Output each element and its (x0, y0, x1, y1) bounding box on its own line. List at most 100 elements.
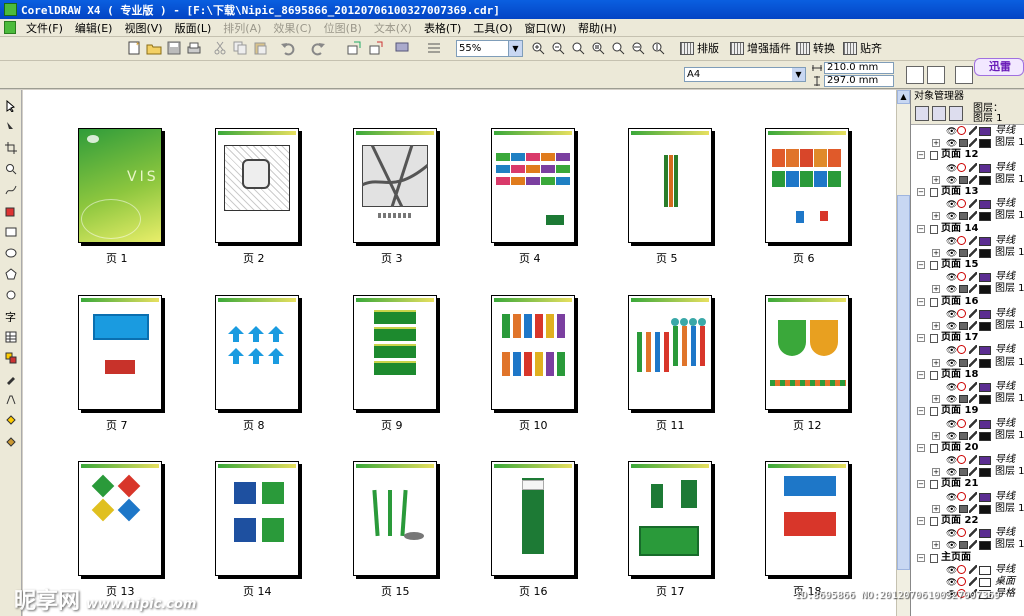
menu-item-10[interactable]: 窗口(W) (525, 20, 566, 36)
eye-icon[interactable]: 👁 (946, 358, 957, 370)
printer-icon[interactable] (959, 431, 968, 440)
layer-row[interactable]: + 👁 图层 1 (911, 137, 1024, 149)
pencil-icon[interactable] (969, 272, 977, 282)
printer-icon[interactable] (959, 175, 968, 184)
menu-item-2[interactable]: 视图(V) (124, 20, 162, 36)
page-node-17[interactable]: − 页面 17 (911, 332, 1024, 344)
page-thumbnail-1[interactable]: VIS (78, 128, 162, 243)
print-disabled-icon[interactable] (957, 564, 966, 574)
page-width-field[interactable]: 210.0 mm (824, 62, 894, 74)
plugin-snap-button[interactable]: 贴齐 (843, 40, 882, 56)
eye-icon[interactable]: 👁 (946, 565, 957, 577)
chevron-down-icon[interactable]: ▼ (792, 68, 805, 81)
rectangle-tool-icon[interactable] (5, 226, 17, 238)
pencil-icon[interactable] (969, 345, 977, 355)
collapse-icon[interactable]: − (917, 224, 925, 233)
page-node-21[interactable]: − 页面 21 (911, 478, 1024, 490)
pencil-icon[interactable] (969, 211, 977, 221)
pencil-icon[interactable] (969, 528, 977, 538)
print-disabled-icon[interactable] (957, 381, 966, 391)
printer-icon[interactable] (959, 468, 968, 477)
page-thumbnail-7[interactable] (78, 295, 162, 410)
pencil-icon[interactable] (969, 394, 977, 404)
expand-icon[interactable]: + (932, 175, 940, 184)
eye-icon[interactable]: 👁 (946, 284, 957, 296)
print-disabled-icon[interactable] (957, 235, 966, 245)
pencil-icon[interactable] (969, 503, 977, 513)
page-node-20[interactable]: − 页面 20 (911, 442, 1024, 454)
pencil-icon[interactable] (969, 308, 977, 318)
redo-icon[interactable] (310, 40, 326, 56)
layer-row-guides[interactable]: 👁 导线 (911, 162, 1024, 174)
expand-icon[interactable]: + (932, 395, 940, 404)
collapse-icon[interactable]: − (917, 480, 925, 489)
edit-across-layers-icon[interactable] (932, 106, 946, 121)
zoom-out-icon[interactable] (550, 40, 566, 56)
pencil-icon[interactable] (969, 418, 977, 428)
printer-icon[interactable] (959, 358, 968, 367)
text-tool-icon[interactable]: 字 (5, 310, 17, 322)
print-disabled-icon[interactable] (957, 418, 966, 428)
layer-row[interactable]: + 👁 图层 1 (911, 393, 1024, 405)
pencil-icon[interactable] (969, 138, 977, 148)
layer-row[interactable]: + 👁 图层 1 (911, 430, 1024, 442)
xunlei-banner[interactable]: 迅雷 (974, 58, 1024, 76)
pencil-icon[interactable] (969, 357, 977, 367)
collapse-icon[interactable]: − (917, 517, 925, 525)
print-disabled-icon[interactable] (957, 491, 966, 501)
printer-icon[interactable] (959, 285, 968, 294)
page-thumbnail-2[interactable] (215, 128, 299, 243)
plugin-convert-button[interactable]: 转换 (796, 40, 835, 56)
interactive-fill-tool-icon[interactable] (5, 436, 17, 448)
layer-row-guides[interactable]: 👁 导线 (911, 198, 1024, 210)
zoom-tool-icon[interactable] (5, 163, 17, 175)
layer-row-guides[interactable]: 👁 导线 (911, 454, 1024, 466)
page-node-22[interactable]: − 页面 22 (911, 515, 1024, 527)
collapse-icon[interactable]: − (917, 261, 925, 270)
expand-icon[interactable]: + (932, 139, 940, 148)
page-thumbnail-5[interactable] (628, 128, 712, 243)
new-document-icon[interactable]: * (126, 40, 142, 56)
eyedropper-tool-icon[interactable] (5, 373, 17, 385)
export-icon[interactable] (368, 40, 384, 56)
eye-icon[interactable]: 👁 (946, 175, 957, 187)
eye-icon[interactable]: 👁 (946, 419, 957, 431)
pencil-icon[interactable] (969, 162, 977, 172)
expand-icon[interactable]: + (932, 248, 940, 257)
layer-row[interactable]: + 👁 图层 1 (911, 320, 1024, 332)
printer-icon[interactable] (959, 139, 968, 148)
landscape-button[interactable] (927, 66, 945, 84)
drawing-canvas[interactable]: VIS 页 1 页 2 页 3 页 4 页 5 页 6 页 7 页 8 页 9 页 10 页 11 页 … (23, 90, 896, 616)
layer-row[interactable]: + 👁 图层 1 (911, 357, 1024, 369)
eye-icon[interactable]: 👁 (946, 577, 957, 589)
page-height-field[interactable]: 297.0 mm (824, 75, 894, 87)
print-disabled-icon[interactable] (957, 199, 966, 209)
expand-icon[interactable]: + (932, 285, 940, 294)
expand-icon[interactable]: + (932, 468, 940, 477)
collapse-icon[interactable]: − (917, 370, 925, 379)
layer-row-guides[interactable]: 👁 导线 (911, 235, 1024, 247)
menu-item-8[interactable]: 表格(T) (424, 20, 461, 36)
zoom-all-icon[interactable] (590, 40, 606, 56)
zoom-height-icon[interactable] (650, 40, 666, 56)
page-node-16[interactable]: − 页面 16 (911, 296, 1024, 308)
eye-icon[interactable]: 👁 (946, 309, 957, 321)
pencil-icon[interactable] (969, 491, 977, 501)
eye-icon[interactable]: 👁 (946, 211, 957, 223)
printer-icon[interactable] (959, 248, 968, 257)
printer-icon[interactable] (959, 395, 968, 404)
print-disabled-icon[interactable] (957, 162, 966, 172)
smart-fill-tool-icon[interactable] (5, 205, 17, 217)
page-node-15[interactable]: − 页面 15 (911, 259, 1024, 271)
portrait-button[interactable] (906, 66, 924, 84)
page-thumbnail-10[interactable] (491, 295, 575, 410)
layer-row[interactable]: + 👁 图层 1 (911, 210, 1024, 222)
eye-icon[interactable]: 👁 (946, 163, 957, 175)
eye-icon[interactable]: 👁 (946, 126, 957, 138)
page-thumbnail-4[interactable] (491, 128, 575, 243)
crop-tool-icon[interactable] (5, 142, 17, 154)
zoom-selected-icon[interactable] (570, 40, 586, 56)
eye-icon[interactable]: 👁 (946, 528, 957, 540)
scrollbar-thumb[interactable] (897, 195, 910, 570)
print-disabled-icon[interactable] (957, 345, 966, 355)
